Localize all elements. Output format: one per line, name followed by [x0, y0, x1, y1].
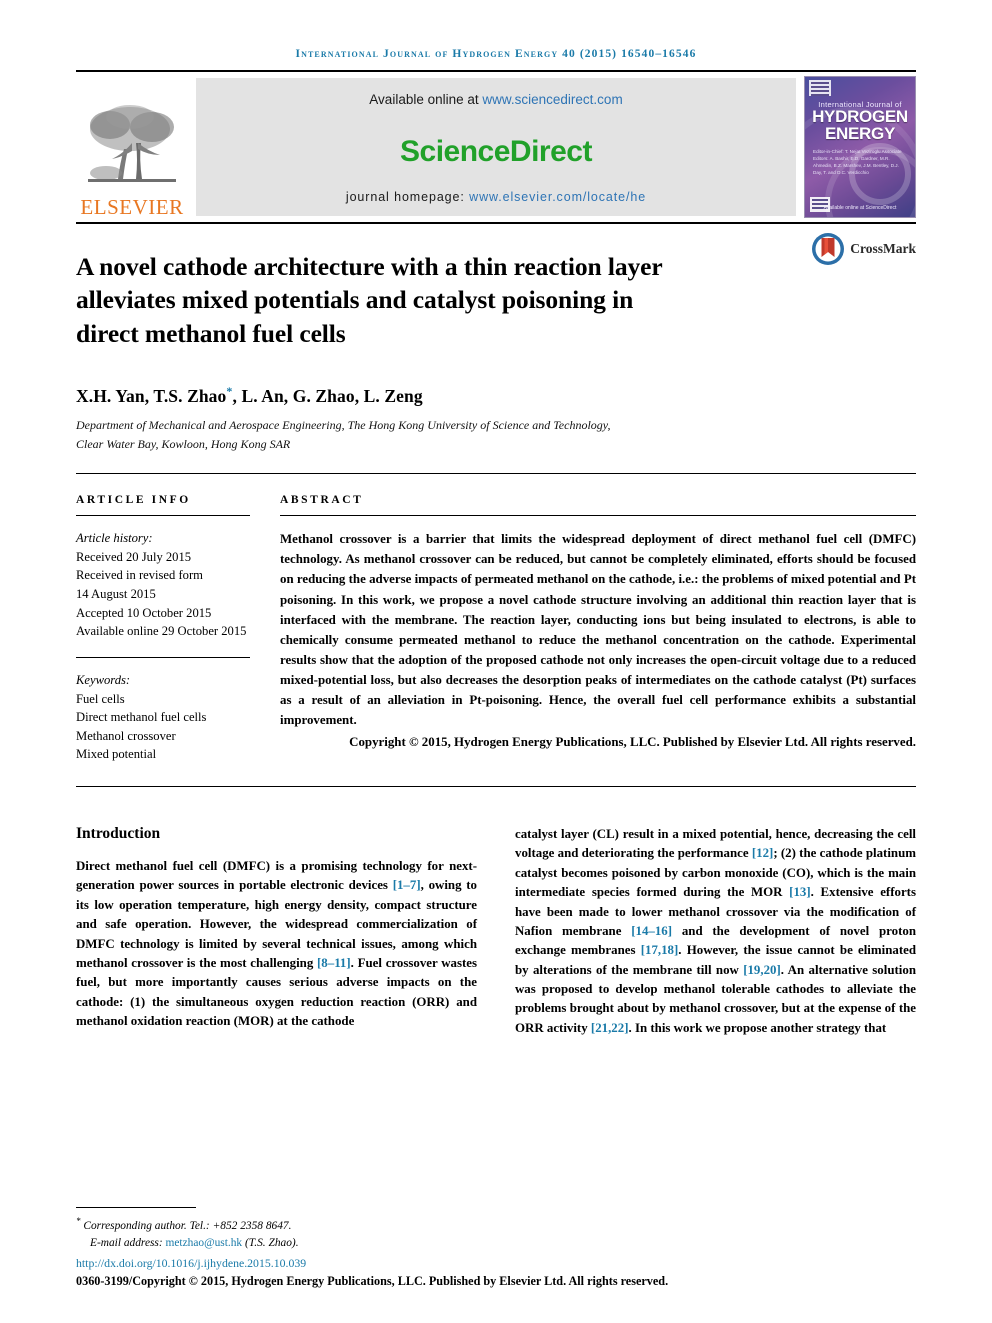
available-online-prefix: Available online at [369, 92, 483, 107]
intro-right-g: . In this work we propose another strate… [628, 1020, 887, 1035]
info-abstract-section: ARTICLE INFO Article history: Received 2… [76, 474, 916, 764]
article-info-rule [76, 515, 250, 517]
citation-1-7[interactable]: [1–7] [393, 878, 421, 892]
journal-homepage-link[interactable]: www.elsevier.com/locate/he [469, 190, 646, 204]
citation-14-16[interactable]: [14–16] [631, 924, 672, 938]
citation-21-22[interactable]: [21,22] [591, 1021, 629, 1035]
authors-primary: X.H. Yan, T.S. Zhao [76, 386, 227, 406]
available-online-line: Available online at www.sciencedirect.co… [369, 92, 622, 107]
sciencedirect-banner: Available online at www.sciencedirect.co… [196, 78, 796, 216]
citation-17-18[interactable]: [17,18] [641, 943, 679, 957]
citation-12[interactable]: [12] [752, 846, 773, 860]
cover-footer: Available online at ScienceDirect [823, 205, 897, 211]
history-item: 14 August 2015 [76, 587, 156, 602]
sciencedirect-link[interactable]: www.sciencedirect.com [482, 92, 622, 107]
keywords-rule [76, 656, 250, 658]
keywords-title: Keywords: [76, 672, 131, 687]
cover-title-line2: ENERGY [825, 123, 895, 143]
email-suffix: (T.S. Zhao). [242, 1236, 299, 1249]
journal-homepage-line: journal homepage: www.elsevier.com/locat… [346, 190, 646, 204]
sciencedirect-wordmark: ScienceDirect [400, 134, 592, 168]
journal-homepage-label: journal homepage: [345, 190, 470, 204]
article-history-title: Article history: [76, 531, 153, 546]
footnote-block: * Corresponding author. Tel.: +852 2358 … [76, 1206, 669, 1289]
abstract-column: ABSTRACT Methanol crossover is a barrier… [264, 494, 916, 764]
keywords-block: Keywords: Fuel cells Direct methanol fue… [76, 671, 250, 764]
corresponding-author-note: * Corresponding author. Tel.: +852 2358 … [76, 1215, 476, 1235]
abstract-rule [280, 515, 916, 517]
history-item: Received in revised form [76, 568, 203, 583]
affiliation-line-1: Department of Mechanical and Aerospace E… [76, 418, 611, 432]
journal-cover-thumbnail: International Journal of HYDROGEN ENERGY… [804, 76, 916, 218]
abstract-text: Methanol crossover is a barrier that lim… [280, 532, 916, 728]
paper-page: International Journal of Hydrogen Energy… [0, 0, 992, 1323]
corresponding-author-text: Corresponding author. Tel.: +852 2358 86… [83, 1219, 292, 1232]
citation-13[interactable]: [13] [789, 885, 810, 899]
abstract-copyright: Copyright © 2015, Hydrogen Energy Public… [349, 735, 916, 750]
footer-copyright: 0360-3199/Copyright © 2015, Hydrogen Ene… [76, 1274, 669, 1288]
affiliation-line-2: Clear Water Bay, Kowloon, Hong Kong SAR [76, 436, 291, 451]
abstract-end-rule [76, 786, 916, 788]
keyword-item: Direct methanol fuel cells [76, 710, 207, 725]
elsevier-tree-icon [88, 105, 176, 182]
citation-8-11[interactable]: [8–11] [317, 956, 351, 970]
intro-paragraph-right: catalyst layer (CL) result in a mixed po… [515, 825, 916, 1038]
email-label: E-mail address: [90, 1236, 166, 1249]
cover-journal-title: HYDROGEN ENERGY [805, 108, 915, 143]
history-item: Received 20 July 2015 [76, 549, 192, 564]
body-columns: Introduction Direct methanol fuel cell (… [76, 825, 916, 1038]
author-list: X.H. Yan, T.S. Zhao*, L. An, G. Zhao, L.… [76, 384, 916, 407]
history-item: Available online 29 October 2015 [76, 624, 247, 639]
authors-secondary: , L. An, G. Zhao, L. Zeng [232, 386, 423, 406]
keyword-item: Fuel cells [76, 691, 125, 706]
cover-editors: Editor-in-Chief: T. Nejat Veziroglu Asso… [813, 149, 902, 175]
title-block: A novel cathode architecture with a thin… [76, 224, 916, 453]
doi-link[interactable]: http://dx.doi.org/10.1016/j.ijhydene.201… [76, 1256, 476, 1271]
article-history: Article history: Received 20 July 2015 R… [76, 529, 250, 641]
footnote-star-marker: * [76, 1215, 81, 1226]
history-item: Accepted 10 October 2015 [76, 605, 212, 620]
elsevier-logo: ELSEVIER [76, 72, 188, 222]
affiliation: Department of Mechanical and Aerospace E… [76, 416, 916, 453]
crossmark-label: CrossMark [850, 241, 916, 256]
section-heading-introduction: Introduction [76, 825, 161, 843]
article-info-column: ARTICLE INFO Article history: Received 2… [76, 494, 264, 764]
keyword-item: Mixed potential [76, 747, 157, 762]
article-info-heading: ARTICLE INFO [76, 494, 191, 507]
body-left-column: Introduction Direct methanol fuel cell (… [76, 825, 477, 1038]
cover-publisher-mark-icon [809, 80, 831, 96]
email-link[interactable]: metzhao@ust.hk [166, 1237, 243, 1249]
abstract-heading: ABSTRACT [280, 494, 364, 507]
citation-19-20[interactable]: [19,20] [743, 963, 781, 977]
page-title: A novel cathode architecture with a thin… [76, 252, 663, 348]
footnote-rule [76, 1206, 196, 1208]
crossmark-badge[interactable]: CrossMark [811, 232, 916, 266]
running-head: International Journal of Hydrogen Energy… [295, 48, 697, 60]
elsevier-wordmark: ELSEVIER [80, 195, 184, 219]
keyword-item: Methanol crossover [76, 728, 176, 743]
intro-paragraph-left: Direct methanol fuel cell (DMFC) is a pr… [76, 857, 477, 1031]
body-right-column: catalyst layer (CL) result in a mixed po… [515, 825, 916, 1038]
crossmark-icon [812, 233, 845, 265]
email-note: E-mail address: metzhao@ust.hk (T.S. Zha… [76, 1235, 476, 1252]
masthead: ELSEVIER Available online at www.science… [76, 72, 916, 222]
